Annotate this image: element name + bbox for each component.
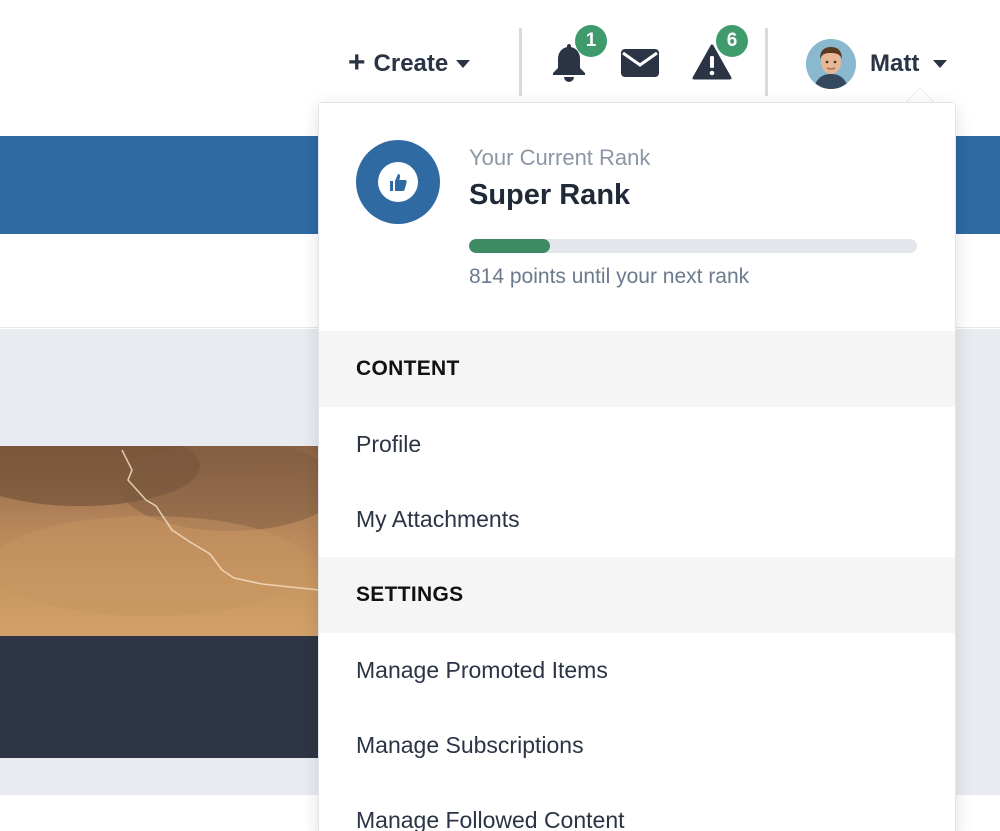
chevron-down-icon [933,60,948,68]
section-header-settings: SETTINGS [319,557,955,633]
section-header-content: CONTENT [319,331,955,407]
dropdown-pointer [906,89,934,103]
notifications-count-badge: 1 [575,25,607,57]
menu-item-manage-followed-content[interactable]: Manage Followed Content [319,783,955,831]
envelope-icon [621,49,659,77]
reports-count-badge: 6 [716,25,748,57]
hero-caption-band [0,636,320,758]
create-label: Create [373,50,449,77]
user-dropdown-menu: Your Current Rank Super Rank 814 points … [318,102,956,831]
rank-caption: Your Current Rank [469,145,651,170]
menu-item-profile[interactable]: Profile [319,407,955,482]
user-menu-button[interactable]: Matt [806,39,948,89]
rank-progress-fill [469,239,550,253]
header-divider [519,28,522,96]
header-divider [765,28,768,96]
hero-image [0,446,320,636]
menu-item-manage-subscriptions[interactable]: Manage Subscriptions [319,708,955,783]
plus-icon: + [348,45,366,79]
rank-panel: Your Current Rank Super Rank 814 points … [319,103,955,331]
rank-progress-note: 814 points until your next rank [469,265,750,288]
user-avatar [806,39,856,89]
rank-badge [356,140,440,224]
user-name: Matt [870,50,920,77]
messages-button[interactable] [620,48,660,78]
menu-item-my-attachments[interactable]: My Attachments [319,482,955,557]
create-button[interactable]: + Create [348,45,471,80]
menu-item-manage-promoted-items[interactable]: Manage Promoted Items [319,633,955,708]
rank-progress-bar [469,239,917,253]
rank-title: Super Rank [469,179,631,211]
thumbs-up-icon [390,174,407,191]
chevron-down-icon [456,60,471,68]
